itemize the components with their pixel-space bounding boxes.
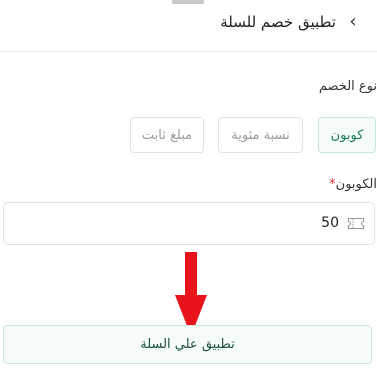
- apply-to-cart-button[interactable]: تطبيق علي السلة: [3, 325, 372, 364]
- back-chevron-icon[interactable]: ‹: [343, 11, 363, 33]
- coupon-label-text: الكوبون: [335, 177, 377, 192]
- discount-type-label: نوع الخصم: [318, 79, 377, 94]
- coupon-input[interactable]: 50: [3, 202, 375, 245]
- discount-option-coupon[interactable]: كوبون: [318, 117, 376, 153]
- header-divider: [0, 51, 377, 52]
- discount-option-fixed-amount[interactable]: مبلغ ثابت: [130, 117, 204, 153]
- top-handle: [172, 0, 204, 4]
- page-title: تطبيق خصم للسلة: [220, 13, 336, 31]
- coupon-value: 50: [321, 215, 339, 231]
- discount-option-percentage[interactable]: نسبة مئوية: [218, 117, 303, 153]
- ticket-icon: [347, 217, 365, 230]
- header: ‹ تطبيق خصم للسلة: [0, 10, 377, 36]
- coupon-label: الكوبون*: [329, 177, 377, 192]
